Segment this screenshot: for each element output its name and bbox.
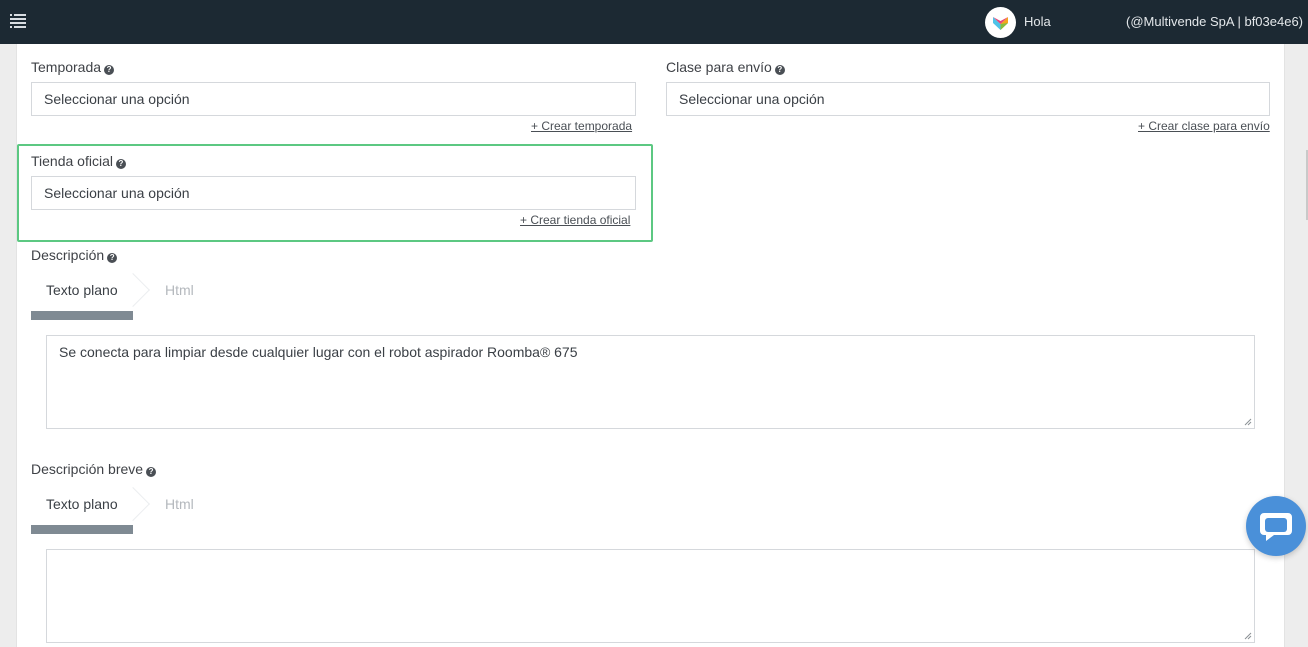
resize-grip-icon[interactable] bbox=[1244, 418, 1252, 426]
descripcion-text: Se conecta para limpiar desde cualquier … bbox=[59, 344, 578, 360]
tienda-oficial-label: Tienda oficial? bbox=[31, 153, 126, 169]
temporada-label: Temporada? bbox=[31, 59, 115, 75]
resize-grip-icon[interactable] bbox=[1244, 632, 1252, 640]
descripcion-label-text: Descripción bbox=[31, 247, 105, 263]
account-selector[interactable]: (@Multivende SpA | bf03e4e6) bbox=[1126, 14, 1308, 29]
tienda-oficial-select[interactable]: Seleccionar una opción bbox=[31, 176, 636, 210]
chat-button[interactable] bbox=[1246, 496, 1306, 556]
hamburger-menu-icon[interactable] bbox=[10, 14, 26, 28]
top-navbar: Hola (@Multivende SpA | bf03e4e6) bbox=[0, 0, 1308, 44]
tienda-oficial-label-text: Tienda oficial bbox=[31, 153, 113, 169]
descripcion-breve-label-text: Descripción breve bbox=[31, 461, 144, 477]
clase-envio-select-placeholder: Seleccionar una opción bbox=[679, 91, 825, 107]
help-icon[interactable]: ? bbox=[115, 159, 126, 169]
descripcion-breve-textarea[interactable] bbox=[46, 549, 1255, 643]
clase-envio-label-text: Clase para envío bbox=[666, 59, 772, 75]
help-icon[interactable]: ? bbox=[146, 467, 157, 477]
help-icon[interactable]: ? bbox=[107, 253, 118, 263]
multivende-logo-avatar[interactable] bbox=[985, 7, 1016, 38]
temporada-select[interactable]: Seleccionar una opción bbox=[31, 82, 636, 116]
help-icon[interactable]: ? bbox=[104, 65, 115, 75]
descripcion-textarea[interactable]: Se conecta para limpiar desde cualquier … bbox=[46, 335, 1255, 429]
descripcion-label: Descripción? bbox=[31, 247, 118, 263]
create-clase-envio-link[interactable]: + Crear clase para envío bbox=[1138, 119, 1270, 133]
tab-html-breve[interactable]: Html bbox=[165, 496, 194, 512]
create-temporada-link[interactable]: + Crear temporada bbox=[531, 119, 632, 133]
chat-bubble-icon bbox=[1260, 513, 1292, 541]
help-icon[interactable]: ? bbox=[774, 65, 785, 75]
tab-texto-plano-breve[interactable]: Texto plano bbox=[46, 496, 118, 512]
tab-html[interactable]: Html bbox=[165, 282, 194, 298]
account-label: (@Multivende SpA | bf03e4e6) bbox=[1126, 14, 1304, 29]
clase-envio-select[interactable]: Seleccionar una opción bbox=[666, 82, 1270, 116]
temporada-select-placeholder: Seleccionar una opción bbox=[44, 91, 190, 107]
temporada-label-text: Temporada bbox=[31, 59, 102, 75]
active-tab-indicator bbox=[31, 311, 133, 320]
clase-envio-label: Clase para envío? bbox=[666, 59, 785, 75]
tab-texto-plano[interactable]: Texto plano bbox=[46, 282, 118, 298]
tienda-oficial-select-placeholder: Seleccionar una opción bbox=[44, 185, 190, 201]
greeting-text: Hola bbox=[1024, 14, 1051, 29]
descripcion-breve-label: Descripción breve? bbox=[31, 461, 157, 477]
active-tab-indicator bbox=[31, 525, 133, 534]
create-tienda-oficial-link[interactable]: + Crear tienda oficial bbox=[520, 213, 630, 227]
